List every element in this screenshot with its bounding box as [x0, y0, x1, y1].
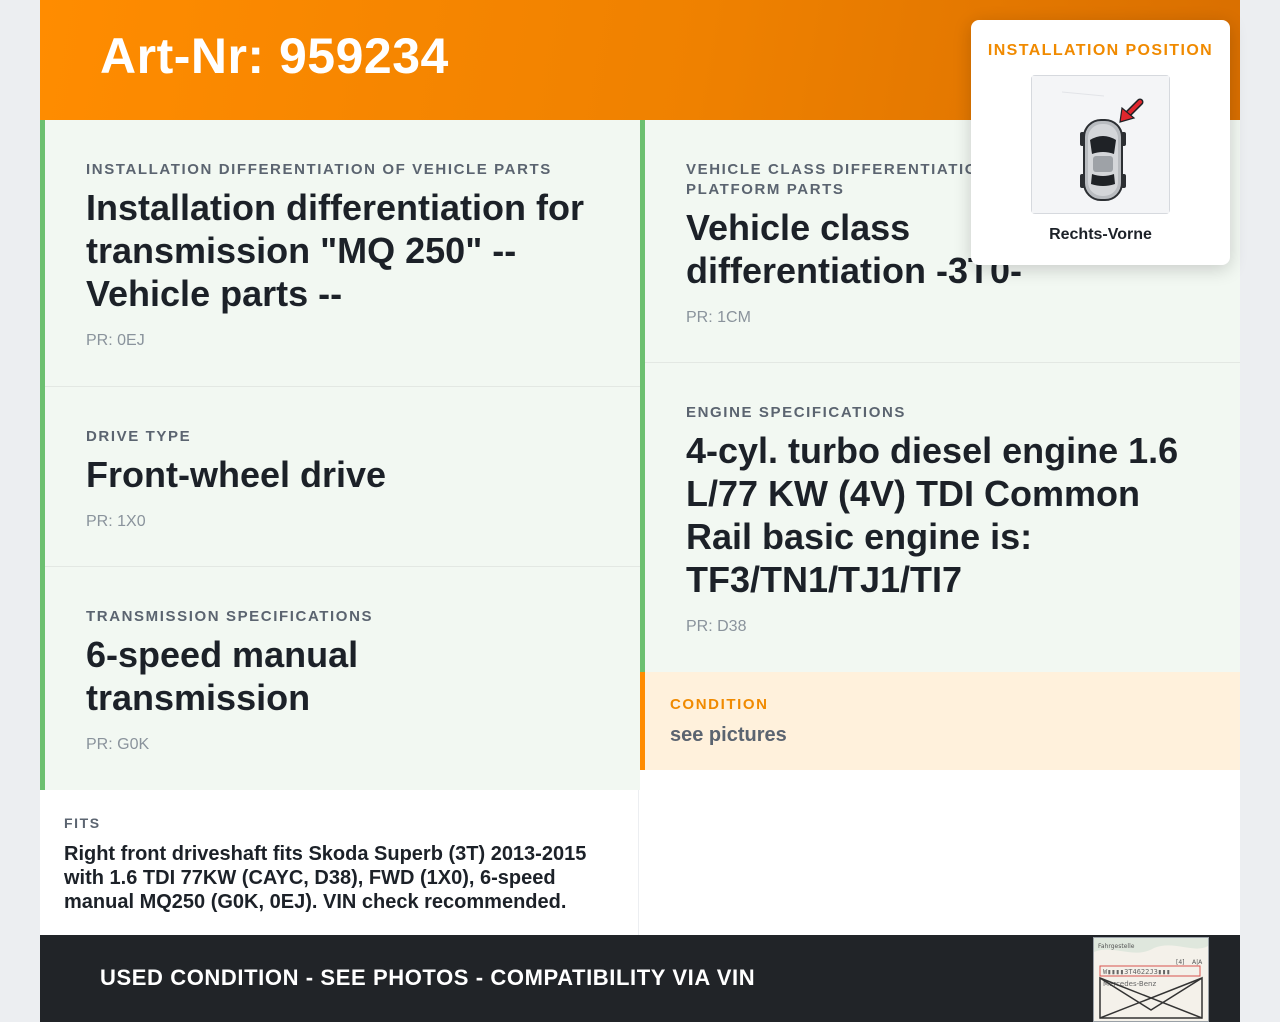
card-value: Front-wheel drive — [86, 454, 387, 495]
card-pr-code: PR: G0K — [86, 736, 150, 753]
document-photo-thumbnail[interactable]: Fahrgestelle [4] A|A W▮▮▮▮3T4622J3▮▮▮ Me… — [1093, 937, 1209, 1022]
installation-position-popup: INSTALLATION POSITION Rechts-Vorne — [971, 20, 1230, 265]
card-transmission-specifications: TRANSMISSION SPECIFICATIONS 6-speed manu… — [40, 567, 640, 790]
card-value: 4-cyl. turbo diesel engine 1.6 L/77 KW (… — [686, 430, 1179, 600]
card-value: Installation differentiation for transmi… — [86, 187, 585, 314]
car-top-view-icon — [1032, 76, 1169, 213]
document-photo-image: Fahrgestelle [4] A|A W▮▮▮▮3T4622J3▮▮▮ Me… — [1094, 938, 1208, 1021]
card-pr-code: PR: 1X0 — [86, 513, 146, 530]
card-value: 6-speed manual transmission — [86, 634, 359, 718]
card-engine-specifications: ENGINE SPECIFICATIONS 4-cyl. turbo diese… — [640, 363, 1240, 672]
fits-label: FITS — [64, 815, 101, 831]
condition-box: CONDITION see pictures — [640, 672, 1240, 770]
card-installation-differentiation: INSTALLATION DIFFERENTIATION OF VEHICLE … — [40, 120, 640, 387]
installation-position-label: INSTALLATION POSITION — [987, 42, 1214, 59]
card-label: ENGINE SPECIFICATIONS — [686, 404, 907, 421]
condition-label: CONDITION — [670, 696, 769, 713]
card-drive-type: DRIVE TYPE Front-wheel drive PR: 1X0 — [40, 387, 640, 567]
footer-notice: USED CONDITION - SEE PHOTOS - COMPATIBIL… — [100, 965, 756, 990]
thumb-caption: A|A — [1192, 959, 1203, 966]
thumb-caption: Fahrgestelle — [1098, 943, 1135, 950]
footer-bar: USED CONDITION - SEE PHOTOS - COMPATIBIL… — [40, 935, 1240, 1022]
article-number-title: Art-Nr: 959234 — [100, 28, 449, 84]
installation-position-value: Rechts-Vorne — [1049, 226, 1152, 243]
card-label: DRIVE TYPE — [86, 428, 192, 445]
installation-position-image[interactable] — [1031, 75, 1170, 214]
thumb-caption: [4] — [1176, 959, 1185, 966]
condition-value: see pictures — [670, 724, 787, 746]
card-label: TRANSMISSION SPECIFICATIONS — [86, 608, 374, 625]
thumb-caption: Mercedes-Benz — [1103, 980, 1156, 988]
card-pr-code: PR: 0EJ — [86, 332, 145, 349]
fits-section: FITS Right front driveshaft fits Skoda S… — [40, 790, 639, 935]
fits-description: Right front driveshaft fits Skoda Superb… — [64, 843, 587, 913]
card-pr-code: PR: D38 — [686, 618, 747, 635]
card-label: INSTALLATION DIFFERENTIATION OF VEHICLE … — [86, 161, 552, 178]
card-pr-code: PR: 1CM — [686, 309, 751, 326]
thumb-caption: W▮▮▮▮3T4622J3▮▮▮ — [1103, 968, 1170, 976]
